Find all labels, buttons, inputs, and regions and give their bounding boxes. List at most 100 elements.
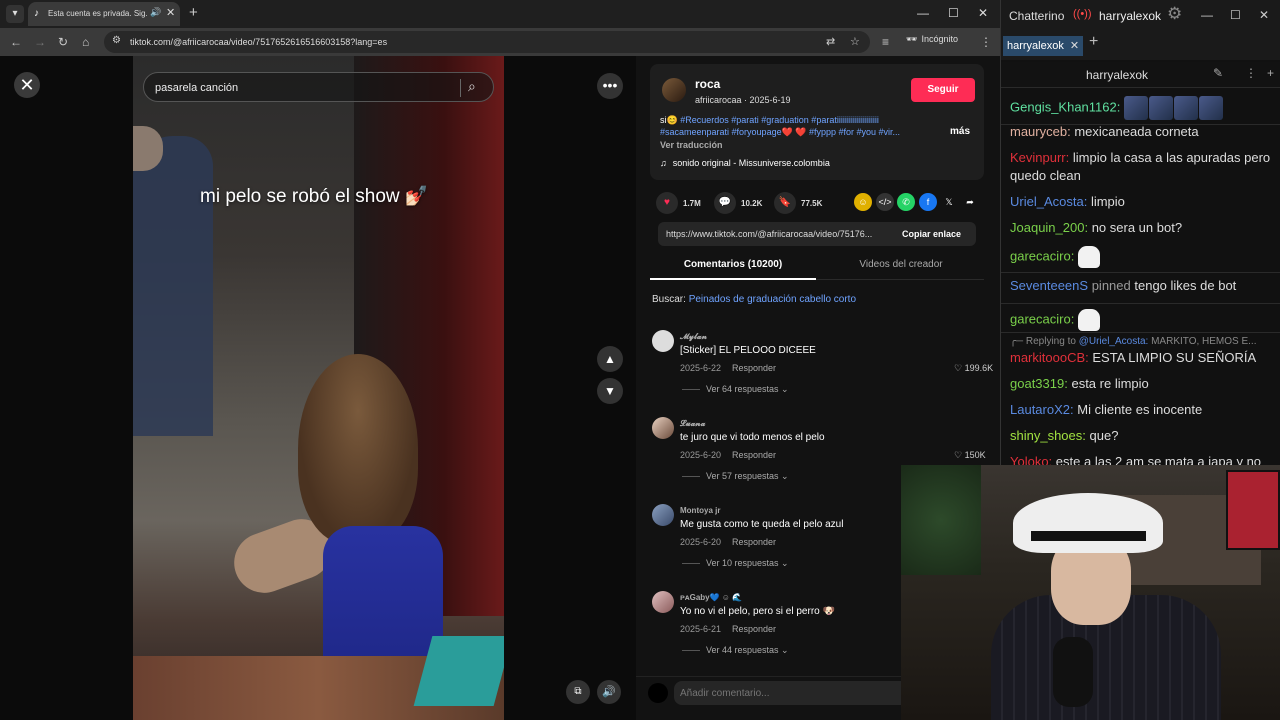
- forward-icon[interactable]: →: [34, 34, 46, 50]
- view-replies-button[interactable]: Ver 57 respuestas ⌄: [682, 471, 789, 482]
- video-stage: mi pelo se robó el show 💅🏻 ✕ pasarela ca…: [0, 56, 636, 720]
- close-window-icon[interactable]: ✕: [978, 4, 988, 22]
- home-icon[interactable]: ⌂: [82, 34, 89, 50]
- reply-context[interactable]: ╭─ Replying to @Uriel_Acosta: MARKITO, H…: [1010, 335, 1274, 349]
- chat-username[interactable]: goat3319:: [1010, 376, 1068, 391]
- chat-titlebar: Chatterino ((•)) harryalexok ⚙ — ☐ ✕: [1001, 0, 1280, 30]
- close-icon[interactable]: ✕: [1259, 8, 1269, 22]
- comment-user[interactable]: Montoya jr: [680, 506, 720, 515]
- search-icon[interactable]: ⌕: [468, 78, 476, 95]
- translate-link[interactable]: Ver traducción: [660, 140, 723, 150]
- chat-username[interactable]: mauryceb:: [1010, 124, 1071, 139]
- author-avatar[interactable]: [662, 78, 686, 102]
- more-link[interactable]: más: [950, 126, 970, 137]
- tab-comments[interactable]: Comentarios (10200): [650, 254, 816, 280]
- chat-username[interactable]: Uriel_Acosta:: [1010, 194, 1087, 209]
- whatsapp-icon[interactable]: ✆: [897, 193, 915, 211]
- reply-button[interactable]: Responder: [732, 450, 776, 460]
- site-info-icon[interactable]: ⚙: [112, 35, 121, 46]
- bookmark-star-icon[interactable]: ☆: [850, 35, 860, 48]
- reading-list-icon[interactable]: ≡: [882, 34, 889, 50]
- emoji-share-icon[interactable]: ☺: [854, 193, 872, 211]
- author-name[interactable]: roca: [695, 77, 720, 91]
- chat-tab[interactable]: harryalexok ✕: [1003, 36, 1084, 56]
- menu-icon[interactable]: ⋮: [1245, 66, 1257, 80]
- active-tab[interactable]: ♪ Esta cuenta es privada. Sig... 🔊 ✕: [28, 2, 180, 26]
- comment-user[interactable]: 𝓜𝔂𝓵𝓪𝓷: [680, 332, 707, 342]
- copy-link-button[interactable]: Copiar enlace: [902, 228, 961, 240]
- chat-username[interactable]: markitoooCB:: [1010, 350, 1089, 365]
- video-search-bar[interactable]: pasarela canción ⌕: [143, 72, 494, 102]
- tab-creator-videos[interactable]: Videos del creador: [818, 254, 984, 280]
- chat-message: markitoooCB: ESTA LIMPIO SU SEÑORÍA: [1010, 349, 1274, 367]
- incognito-indicator[interactable]: 🕶 Incógnito: [906, 34, 958, 45]
- volume-button[interactable]: 🔊: [597, 680, 621, 704]
- comment-avatar[interactable]: [652, 504, 674, 526]
- comment-user[interactable]: ᴘᴀGaby💙 ☺ 🌊: [680, 593, 742, 602]
- close-tab-icon[interactable]: ✕: [1070, 40, 1079, 52]
- more-options-button[interactable]: •••: [597, 73, 623, 99]
- x-icon[interactable]: 𝕏: [940, 193, 958, 211]
- minimize-icon[interactable]: —: [1201, 8, 1213, 22]
- chat-username[interactable]: SeventeeenS: [1010, 278, 1088, 293]
- back-icon[interactable]: ←: [10, 34, 22, 50]
- like-button[interactable]: ♥ 1.7M: [656, 189, 701, 217]
- reply-button[interactable]: Responder: [732, 624, 776, 634]
- reply-button[interactable]: Responder: [732, 537, 776, 547]
- chat-username[interactable]: garecaciro:: [1010, 248, 1074, 263]
- chat-username[interactable]: garecaciro:: [1010, 311, 1074, 326]
- comment-avatar[interactable]: [652, 591, 674, 613]
- related-search[interactable]: Buscar: Peinados de graduación cabello c…: [652, 294, 856, 305]
- maximize-icon[interactable]: ☐: [948, 4, 959, 22]
- view-replies-button[interactable]: Ver 44 respuestas ⌄: [682, 645, 789, 656]
- follow-button[interactable]: Seguir: [911, 78, 975, 102]
- chat-account[interactable]: harryalexok: [1099, 9, 1161, 23]
- sound-link[interactable]: ♫ sonido original - Missuniverse.colombia: [660, 158, 830, 168]
- reply-text: MARKITO, HEMOS E...: [1148, 336, 1257, 347]
- webcam-monitor: [1226, 470, 1280, 550]
- desc-hashtags[interactable]: #Recuerdos #parati #graduation #paratiii…: [660, 115, 900, 137]
- share-arrow-icon[interactable]: ➦: [961, 193, 979, 211]
- new-tab-button[interactable]: +: [189, 4, 198, 22]
- chat-app-title: Chatterino: [1009, 9, 1065, 23]
- tab-search-icon[interactable]: ▾: [6, 5, 24, 23]
- chat-username[interactable]: LautaroX2:: [1010, 402, 1074, 417]
- video-player[interactable]: [133, 56, 504, 720]
- close-video-button[interactable]: ✕: [14, 72, 40, 98]
- speaker-icon[interactable]: 🔊: [150, 7, 161, 18]
- add-tab-icon[interactable]: +: [1089, 33, 1098, 51]
- view-replies-button[interactable]: Ver 64 respuestas ⌄: [682, 384, 789, 395]
- next-video-button[interactable]: ▼: [597, 378, 623, 404]
- facebook-icon[interactable]: f: [919, 193, 937, 211]
- save-button[interactable]: 🔖 77.5K: [774, 189, 822, 217]
- minimize-icon[interactable]: —: [917, 4, 929, 22]
- view-replies-button[interactable]: Ver 10 respuestas ⌄: [682, 558, 789, 569]
- comment-avatar[interactable]: [652, 330, 674, 352]
- chat-message: LautaroX2: Mi cliente es inocente: [1010, 401, 1274, 419]
- address-bar[interactable]: ⚙ tiktok.com/@afriicarocaa/video/7517652…: [104, 31, 870, 53]
- translate-icon[interactable]: ⇄: [826, 35, 835, 48]
- browser-menu-icon[interactable]: ⋮: [980, 34, 992, 50]
- reply-button[interactable]: Responder: [732, 363, 776, 373]
- comment-likes[interactable]: ♡ 199.6K: [954, 363, 993, 374]
- close-tab-icon[interactable]: ✕: [166, 6, 175, 19]
- add-split-icon[interactable]: +: [1267, 66, 1274, 80]
- chat-username[interactable]: Gengis_Khan1162:: [1010, 99, 1120, 114]
- embed-icon[interactable]: </>: [876, 193, 894, 211]
- comment-avatar[interactable]: [652, 417, 674, 439]
- replies-line: [682, 563, 700, 565]
- comment-button[interactable]: 💬 10.2K: [714, 189, 762, 217]
- moderation-icon[interactable]: ✎: [1213, 66, 1223, 80]
- chat-username[interactable]: Kevinpurr:: [1010, 150, 1069, 165]
- chat-username[interactable]: shiny_shoes:: [1010, 428, 1086, 443]
- gear-icon[interactable]: ⚙: [1167, 4, 1182, 24]
- comment-user[interactable]: 𝓛𝓾𝓪𝓷𝓪: [680, 419, 705, 429]
- picture-in-picture-button[interactable]: ⧉: [566, 680, 590, 704]
- author-handle[interactable]: afriicarocaa · 2025-6-19: [695, 94, 791, 106]
- comment-likes[interactable]: ♡ 150K: [954, 450, 986, 461]
- bookmark-icon: 🔖: [774, 192, 796, 214]
- previous-video-button[interactable]: ▲: [597, 346, 623, 372]
- reload-icon[interactable]: ↻: [58, 34, 68, 50]
- chat-username[interactable]: Joaquin_200:: [1010, 220, 1088, 235]
- maximize-icon[interactable]: ☐: [1230, 8, 1241, 22]
